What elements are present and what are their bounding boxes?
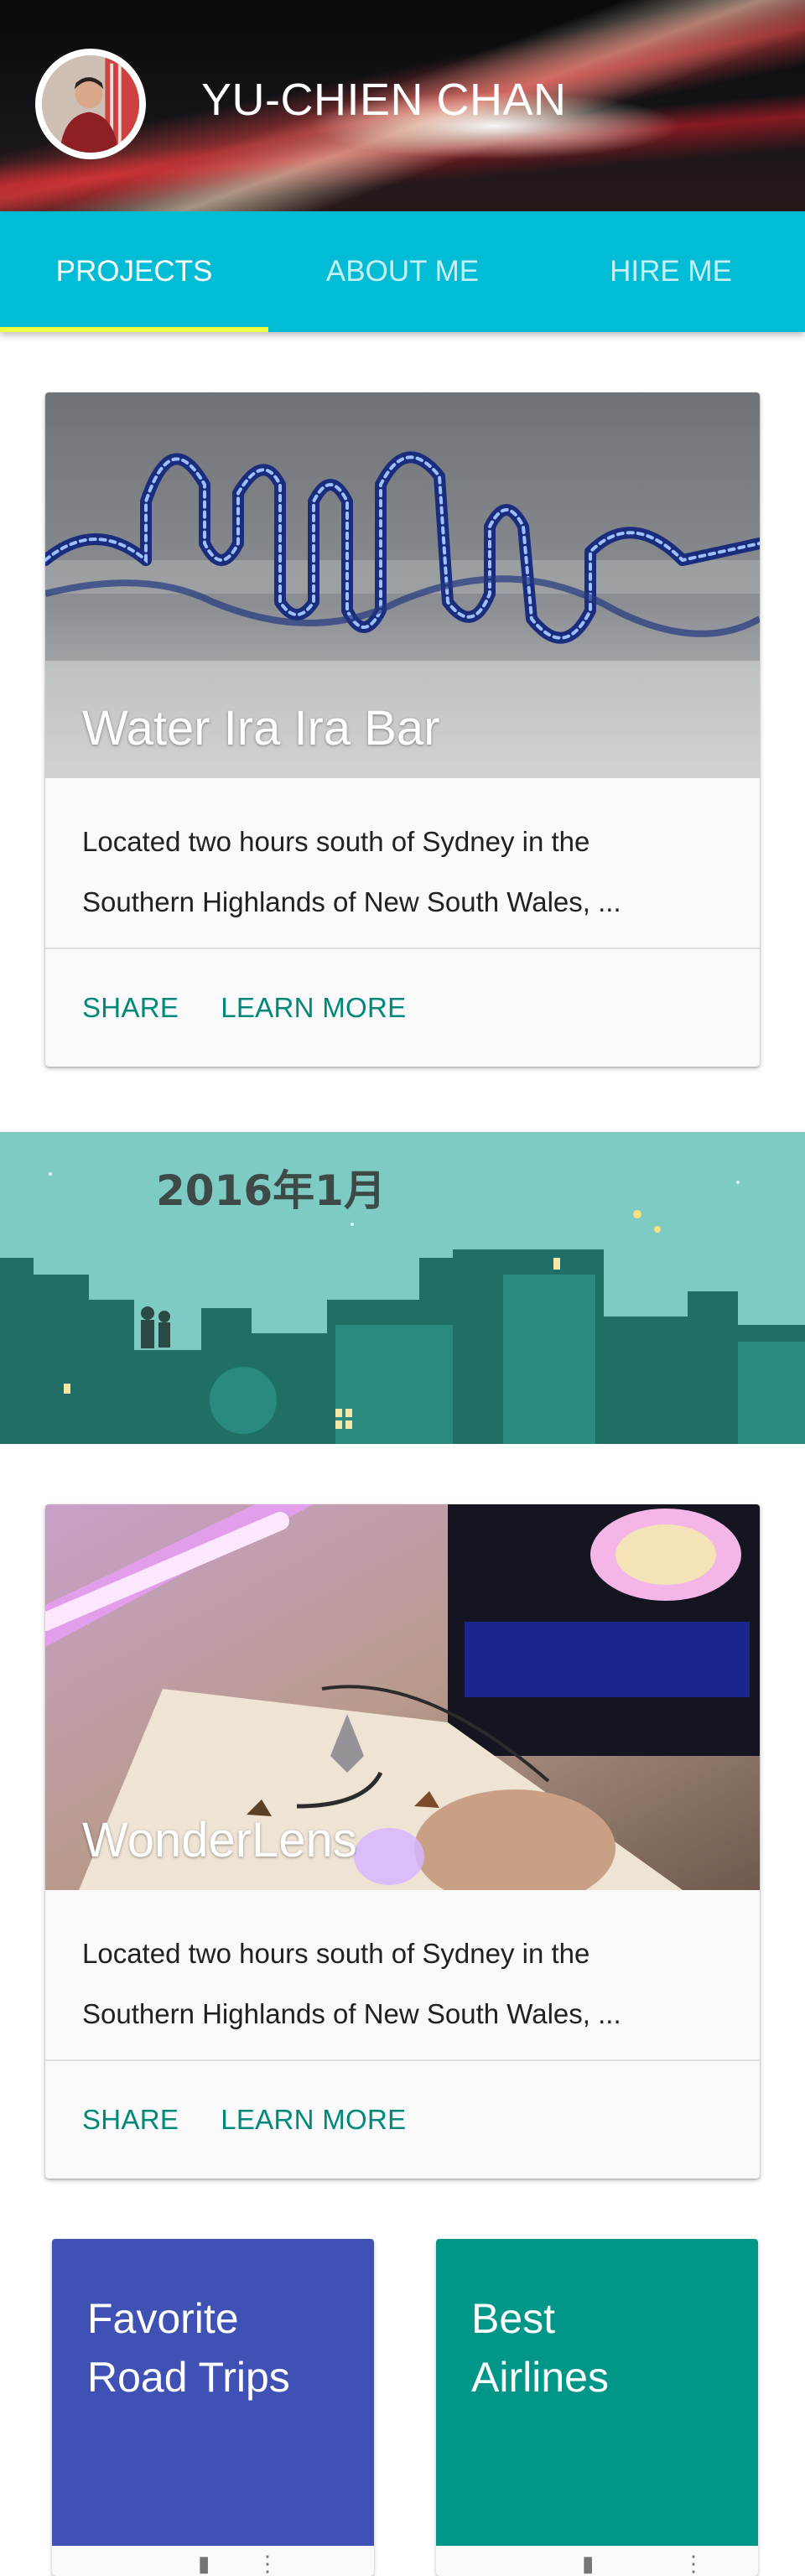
tile-favorite-road-trips[interactable]: Favorite Road Trips ▮ ⋮ (52, 2239, 374, 2576)
profile-header: YU-CHIEN CHAN (0, 0, 805, 211)
avatar[interactable] (35, 49, 146, 159)
card-description-line: Southern Highlands of New South Wales, .… (82, 886, 621, 917)
date-banner: 2016年1月 (0, 1132, 805, 1444)
bookmark-icon[interactable]: ▮ (198, 2553, 210, 2574)
banner-date-text: 2016年1月 (156, 1166, 386, 1215)
tile-footer: ▮ ⋮ (436, 2546, 758, 2576)
tab-bar: PROJECTS ABOUT ME HIRE ME (0, 211, 805, 332)
more-vert-icon[interactable]: ⋮ (683, 2553, 704, 2574)
project-card: Water Ira Ira Bar Located two hours sout… (45, 392, 760, 1067)
learn-more-button[interactable]: LEARN MORE (221, 992, 406, 1024)
bookmark-icon[interactable]: ▮ (582, 2553, 594, 2574)
city-skyline-illustration (0, 1132, 805, 1444)
card-image[interactable]: WonderLens (45, 1504, 760, 1890)
tile-footer: ▮ ⋮ (52, 2546, 374, 2576)
project-card: WonderLens Located two hours south of Sy… (45, 1504, 760, 2179)
card-title: WonderLens (82, 1813, 357, 1867)
share-button[interactable]: SHARE (82, 2104, 179, 2136)
profile-name: YU-CHIEN CHAN (201, 75, 567, 125)
tile-title: Favorite Road Trips (87, 2295, 290, 2401)
card-image[interactable]: Water Ira Ira Bar (45, 392, 760, 778)
card-description: Located two hours south of Sydney in the… (45, 1890, 760, 2061)
card-description-line: Southern Highlands of New South Wales, .… (82, 1998, 621, 2029)
more-vert-icon[interactable]: ⋮ (257, 2553, 278, 2574)
card-actions: SHARE LEARN MORE (45, 2061, 760, 2179)
tab-projects[interactable]: PROJECTS (0, 211, 268, 332)
avatar-photo (42, 55, 139, 153)
card-actions: SHARE LEARN MORE (45, 949, 760, 1067)
tab-hire-me[interactable]: HIRE ME (537, 211, 805, 332)
learn-more-button[interactable]: LEARN MORE (221, 2104, 406, 2136)
tile-best-airlines[interactable]: Best Airlines ▮ ⋮ (436, 2239, 758, 2576)
tile-title: Best Airlines (471, 2295, 609, 2401)
card-description: Located two hours south of Sydney in the… (45, 778, 760, 949)
card-description-line: Located two hours south of Sydney in the (82, 1938, 590, 1969)
card-title: Water Ira Ira Bar (82, 701, 440, 756)
share-button[interactable]: SHARE (82, 992, 179, 1024)
tab-about-me[interactable]: ABOUT ME (268, 211, 537, 332)
card-description-line: Located two hours south of Sydney in the (82, 826, 590, 857)
